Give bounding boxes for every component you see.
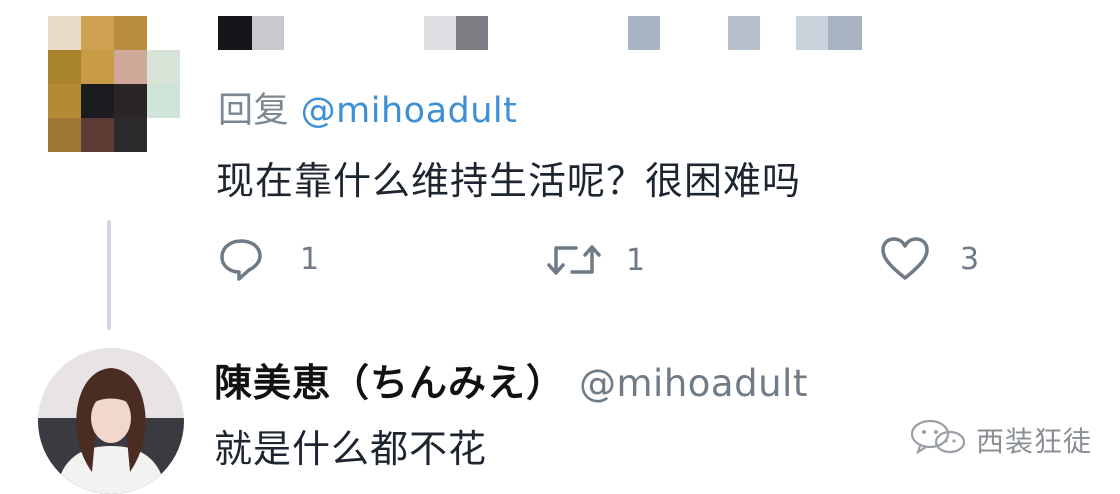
author-avatar[interactable] (38, 348, 184, 494)
retweet-arrows-icon (546, 238, 602, 282)
author-handle[interactable]: @mihoadult (579, 362, 808, 405)
wechat-icon (908, 418, 976, 461)
like-count: 3 (960, 241, 980, 277)
reply-tweet-text: 就是什么都不花 (214, 427, 488, 471)
retweet-count: 1 (626, 242, 646, 278)
reply-to-line: 回复 @mihoadult (218, 82, 517, 133)
reply-count: 1 (300, 241, 320, 277)
thread-connector (107, 220, 111, 330)
like-action-button[interactable]: 3 (880, 236, 979, 282)
pixelated-avatar[interactable] (48, 16, 182, 152)
speech-bubble-icon (218, 236, 264, 282)
heart-icon (880, 236, 930, 282)
tweet-text: 现在靠什么维持生活呢？很困难吗 (216, 159, 802, 203)
reply-action-button[interactable]: 1 (218, 236, 319, 282)
author-name-row: 陳美恵（ちんみえ） @mihoadult (214, 352, 808, 407)
reply-prefix: 回复 (218, 91, 290, 131)
reply-to-handle-link[interactable]: @mihoadult (301, 91, 518, 131)
author-name[interactable]: 陳美恵（ちんみえ） (214, 361, 565, 405)
watermark: 西装狂徒 (908, 418, 1092, 461)
watermark-text: 西装狂徒 (976, 424, 1093, 458)
retweet-action-button[interactable]: 1 (546, 238, 645, 282)
